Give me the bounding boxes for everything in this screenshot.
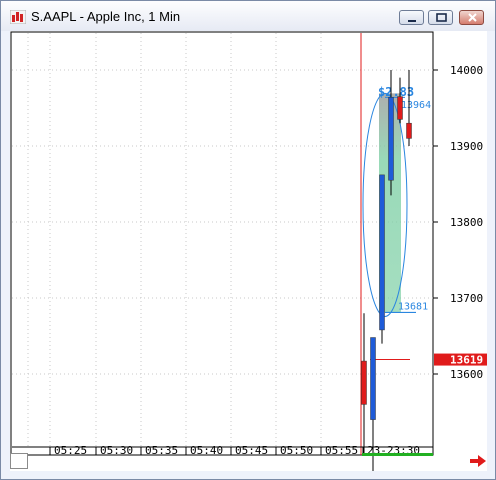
time-label: 05:45 — [235, 444, 268, 457]
scroll-right-arrow-icon[interactable] — [468, 453, 488, 469]
candle-body — [370, 337, 376, 420]
close-icon — [468, 13, 477, 22]
time-label: 05:35 — [145, 444, 178, 457]
candle-body — [379, 174, 385, 331]
price-label: 14000 — [450, 64, 483, 77]
price-label: 13700 — [450, 292, 483, 305]
time-label: 05:40 — [190, 444, 223, 457]
candle-body — [388, 97, 394, 181]
price-chart[interactable]: $2.831396413681 140001390013800137001360… — [10, 31, 487, 480]
time-label: 05:50 — [280, 444, 313, 457]
plot-frame — [10, 31, 434, 456]
scroll-thumb[interactable] — [10, 453, 28, 469]
candle-body — [397, 96, 403, 120]
measure-high-label: 13964 — [401, 100, 431, 111]
time-label: 05:30 — [100, 444, 133, 457]
time-label: 05:25 — [54, 444, 87, 457]
chart-window: S.AAPL - Apple Inc, 1 Min $2.83 13964 1368… — [0, 0, 496, 480]
time-axis: 05:25 05:30 05:35 05:40 05:45 05:50 05:55 23-23… — [12, 444, 433, 457]
candle-body — [361, 360, 367, 405]
price-label: 13800 — [450, 216, 483, 229]
maximize-icon — [436, 13, 447, 22]
candle-body — [406, 122, 412, 139]
current-price-label: 13619 — [450, 354, 483, 367]
session-bar — [362, 453, 433, 456]
title-bar[interactable]: S.AAPL - Apple Inc, 1 Min — [1, 1, 495, 31]
price-label: 13900 — [450, 140, 483, 153]
candle — [379, 174, 385, 344]
measure-low-label: 13681 — [398, 301, 428, 312]
price-label: 13600 — [450, 368, 483, 381]
chart-area[interactable]: $2.83 13964 13681 14000 13900 13800 13700 1360… — [10, 31, 487, 480]
time-label: 05:55 — [325, 444, 358, 457]
price-axis: 14000 13900 13800 13700 1360013619 — [433, 64, 487, 381]
chart-app-icon — [10, 10, 26, 24]
minimize-icon — [408, 20, 416, 22]
close-button[interactable] — [459, 10, 484, 25]
maximize-button[interactable] — [428, 10, 453, 25]
minimize-button[interactable] — [399, 10, 424, 25]
window-title: S.AAPL - Apple Inc, 1 Min — [31, 9, 181, 24]
